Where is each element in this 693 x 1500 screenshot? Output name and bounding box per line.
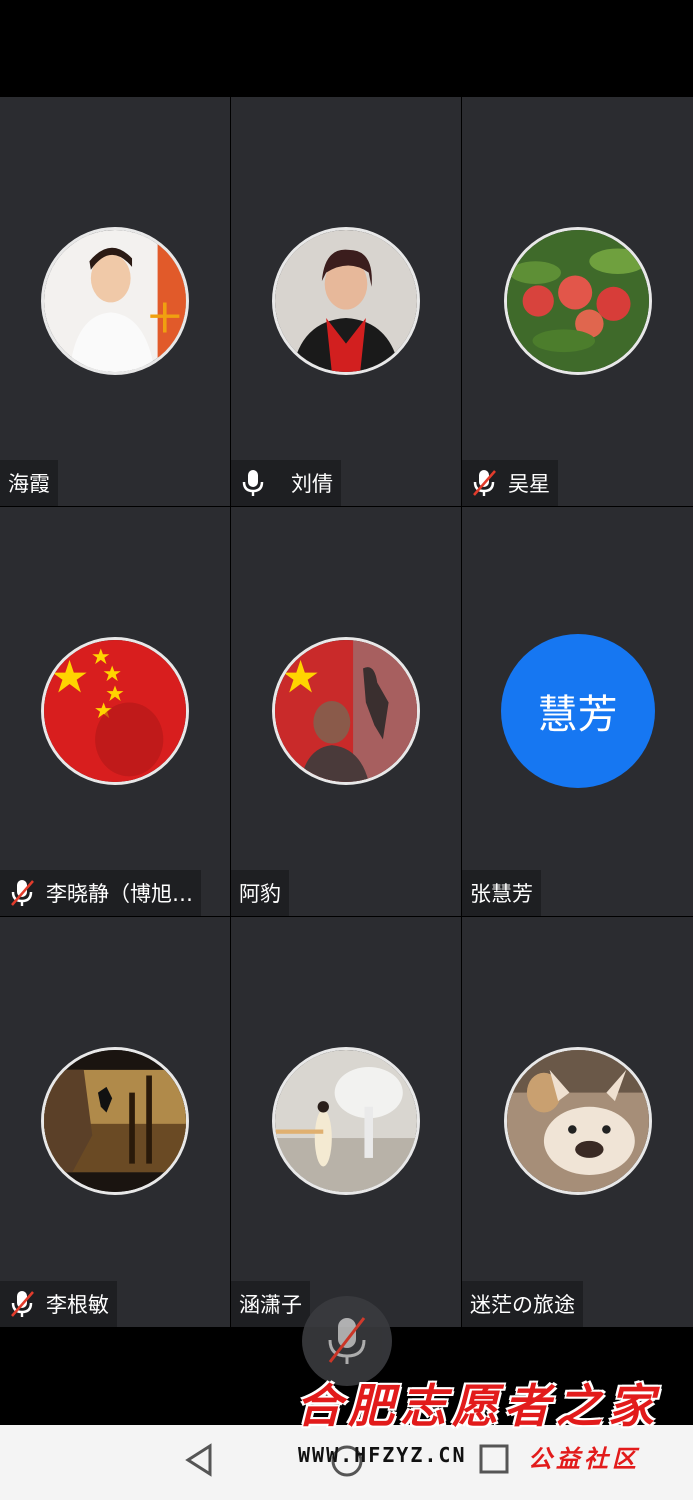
mic-muted-icon[interactable] bbox=[8, 1289, 36, 1319]
text-avatar: 慧芳 bbox=[500, 634, 655, 788]
participant-tile[interactable]: 吴星 bbox=[462, 97, 693, 506]
participant-name-bar: 刘倩 bbox=[231, 460, 341, 506]
participant-name-bar: 李晓静（博旭… bbox=[0, 870, 201, 916]
participant-name-bar: 李根敏 bbox=[0, 1281, 117, 1327]
participant-avatar: 十 bbox=[41, 227, 189, 375]
participant-name-bar: 涵潇子 bbox=[231, 1281, 310, 1327]
participant-tile[interactable]: 李晓静（博旭… bbox=[0, 507, 230, 916]
participant-name-bar: 阿豹 bbox=[231, 870, 289, 916]
participant-tile[interactable]: 刘倩 bbox=[231, 97, 461, 506]
participant-name-bar: 海霞 bbox=[0, 460, 58, 506]
watermark-title: 合肥志愿者之家 bbox=[296, 1379, 660, 1433]
participant-name: 刘倩 bbox=[291, 472, 333, 496]
participant-name: 涵潇子 bbox=[239, 1293, 302, 1317]
participant-tile[interactable]: 十 海霞 bbox=[0, 97, 230, 506]
participant-avatar bbox=[41, 637, 189, 785]
participant-name-bar: 吴星 bbox=[462, 460, 558, 506]
participant-avatar bbox=[272, 227, 420, 375]
participant-name: 阿豹 bbox=[239, 882, 281, 906]
watermark-tag: 公益社区 bbox=[528, 1444, 640, 1473]
participant-tile[interactable]: 阿豹 bbox=[231, 507, 461, 916]
participant-name-bar: 迷茫の旅途 bbox=[462, 1281, 583, 1327]
mic-muted-icon[interactable] bbox=[8, 878, 36, 908]
participant-avatar bbox=[503, 1047, 652, 1195]
watermark-url: WWW.HFZYZ.CN bbox=[298, 1443, 467, 1467]
participant-name: 迷茫の旅途 bbox=[470, 1293, 575, 1317]
participant-name: 李根敏 bbox=[46, 1293, 109, 1317]
participant-name: 海霞 bbox=[8, 472, 50, 496]
mic-on-icon[interactable] bbox=[239, 468, 267, 498]
back-icon[interactable] bbox=[184, 1443, 214, 1477]
participant-tile[interactable]: 涵潇子 bbox=[231, 917, 461, 1327]
participant-name: 李晓静（博旭… bbox=[46, 882, 193, 906]
recents-icon[interactable] bbox=[478, 1443, 510, 1475]
participant-tile[interactable]: 迷茫の旅途 bbox=[462, 917, 693, 1327]
participant-avatar bbox=[41, 1047, 189, 1195]
participant-name-bar: 张慧芳 bbox=[462, 870, 541, 916]
participant-name: 张慧芳 bbox=[470, 882, 533, 906]
participant-name: 吴星 bbox=[508, 472, 550, 496]
mic-muted-icon[interactable] bbox=[470, 468, 498, 498]
participant-avatar bbox=[503, 227, 652, 375]
video-grid: 十 海霞 刘倩 吴星 李晓静（博旭… 阿豹 慧芳 张慧芳 李根敏 涵潇子 迷茫の… bbox=[0, 97, 693, 1327]
top-bar bbox=[0, 0, 693, 97]
participant-avatar bbox=[272, 1047, 420, 1195]
participant-tile[interactable]: 慧芳 张慧芳 bbox=[462, 507, 693, 916]
svg-text:十: 十 bbox=[149, 301, 180, 337]
participant-avatar bbox=[272, 637, 420, 785]
participant-tile[interactable]: 李根敏 bbox=[0, 917, 230, 1327]
